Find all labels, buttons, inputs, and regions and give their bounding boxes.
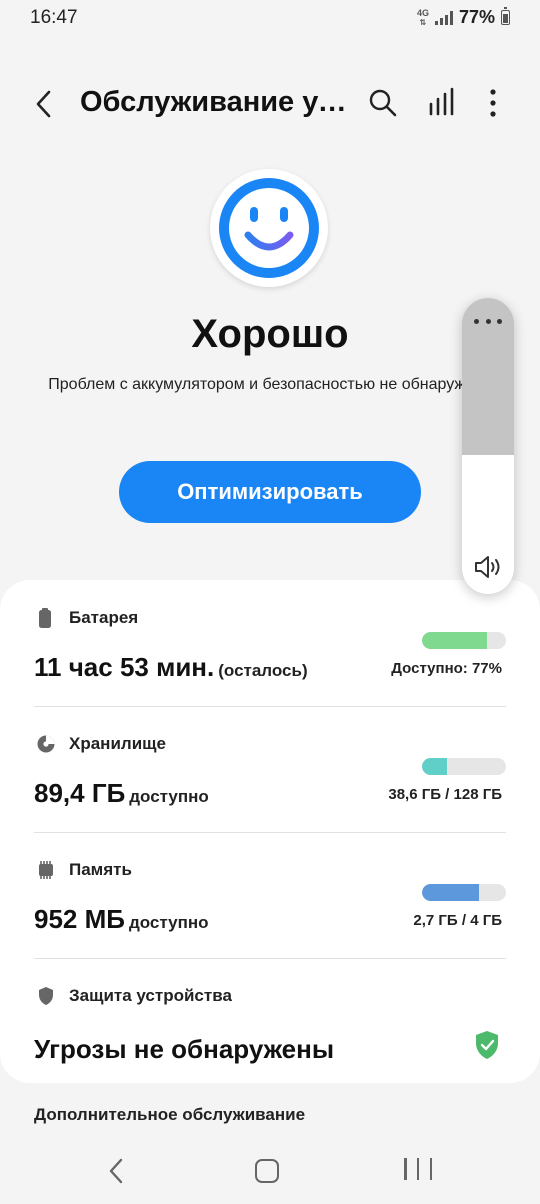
shield-icon bbox=[39, 987, 53, 1005]
storage-row[interactable]: Хранилище 89,4 ГБ доступно 38,6 ГБ / 128 … bbox=[34, 706, 506, 832]
storage-amount: 89,4 ГБ bbox=[34, 778, 126, 808]
volume-panel[interactable] bbox=[462, 298, 514, 594]
battery-value: 11 час 53 мин. (осталось) bbox=[34, 652, 308, 683]
memory-row[interactable]: Память 952 МБ доступно 2,7 ГБ / 4 ГБ bbox=[34, 832, 506, 958]
more-vertical-icon[interactable] bbox=[482, 86, 504, 120]
status-time: 16:47 bbox=[30, 7, 78, 28]
nav-home-icon[interactable] bbox=[255, 1159, 279, 1183]
protection-row[interactable]: Защита устройства Угрозы не обнаружены bbox=[34, 958, 506, 1084]
optimize-button[interactable]: Оптимизировать bbox=[119, 461, 421, 523]
navigation-bar bbox=[0, 1140, 540, 1204]
battery-time: 11 час 53 мин. bbox=[34, 652, 215, 682]
protection-status: Угрозы не обнаружены bbox=[34, 1034, 335, 1064]
smiley-status-icon bbox=[210, 169, 328, 287]
battery-bar bbox=[422, 632, 506, 649]
status-icons: 4G ⇅ 77% bbox=[417, 7, 510, 28]
status-description: Проблем с аккумулятором и безопасностью … bbox=[48, 376, 492, 393]
memory-usage: 2,7 ГБ / 4 ГБ bbox=[413, 912, 502, 929]
status-bar: 16:47 4G ⇅ 77% bbox=[0, 0, 540, 36]
memory-value: 952 МБ доступно bbox=[34, 904, 208, 935]
status-title: Хорошо bbox=[191, 312, 349, 356]
smiley-face-icon bbox=[219, 178, 319, 278]
nav-recents-icon[interactable] bbox=[404, 1158, 432, 1184]
battery-row[interactable]: Батарея 11 час 53 мин. (осталось) Доступн… bbox=[34, 580, 506, 706]
nav-back-icon[interactable] bbox=[106, 1158, 126, 1184]
battery-percent: 77% bbox=[458, 7, 495, 27]
battery-bar-fill bbox=[422, 632, 487, 649]
shield-check-icon bbox=[476, 1031, 498, 1059]
battery-unit: (осталось) bbox=[218, 661, 308, 680]
network-type: 4G ⇅ bbox=[416, 7, 429, 27]
memory-amount: 952 МБ bbox=[34, 904, 125, 934]
back-icon[interactable] bbox=[28, 84, 60, 124]
memory-bar bbox=[422, 884, 506, 901]
battery-icon bbox=[39, 608, 51, 628]
search-icon[interactable] bbox=[366, 86, 400, 120]
storage-value: 89,4 ГБ доступно bbox=[34, 778, 209, 809]
storage-bar bbox=[422, 758, 506, 775]
battery-icon bbox=[501, 7, 510, 25]
pie-chart-icon bbox=[37, 735, 55, 753]
battery-available: Доступно: 77% bbox=[391, 660, 502, 677]
page-title: Обслуживание устройства bbox=[80, 86, 350, 118]
memory-title: Память bbox=[69, 860, 132, 879]
memory-chip-icon bbox=[39, 861, 53, 879]
more-horizontal-icon[interactable] bbox=[474, 314, 502, 328]
signal-icon bbox=[434, 10, 453, 25]
storage-usage: 38,6 ГБ / 128 ГБ bbox=[388, 786, 502, 803]
memory-unit: доступно bbox=[128, 913, 209, 932]
battery-title: Батарея bbox=[69, 608, 139, 627]
status-card: Батарея 11 час 53 мин. (осталось) Доступн… bbox=[0, 580, 540, 1083]
bar-chart-icon[interactable] bbox=[426, 86, 458, 120]
memory-bar-fill bbox=[422, 884, 479, 901]
protection-title: Защита устройства bbox=[69, 986, 232, 1005]
extra-maintenance-title[interactable]: Дополнительное обслуживание bbox=[34, 1105, 305, 1125]
speaker-icon[interactable] bbox=[472, 552, 504, 582]
storage-unit: доступно bbox=[129, 787, 209, 806]
storage-title: Хранилище bbox=[69, 734, 166, 753]
app-header: Обслуживание устройства bbox=[0, 78, 540, 130]
storage-bar-fill bbox=[422, 758, 448, 775]
